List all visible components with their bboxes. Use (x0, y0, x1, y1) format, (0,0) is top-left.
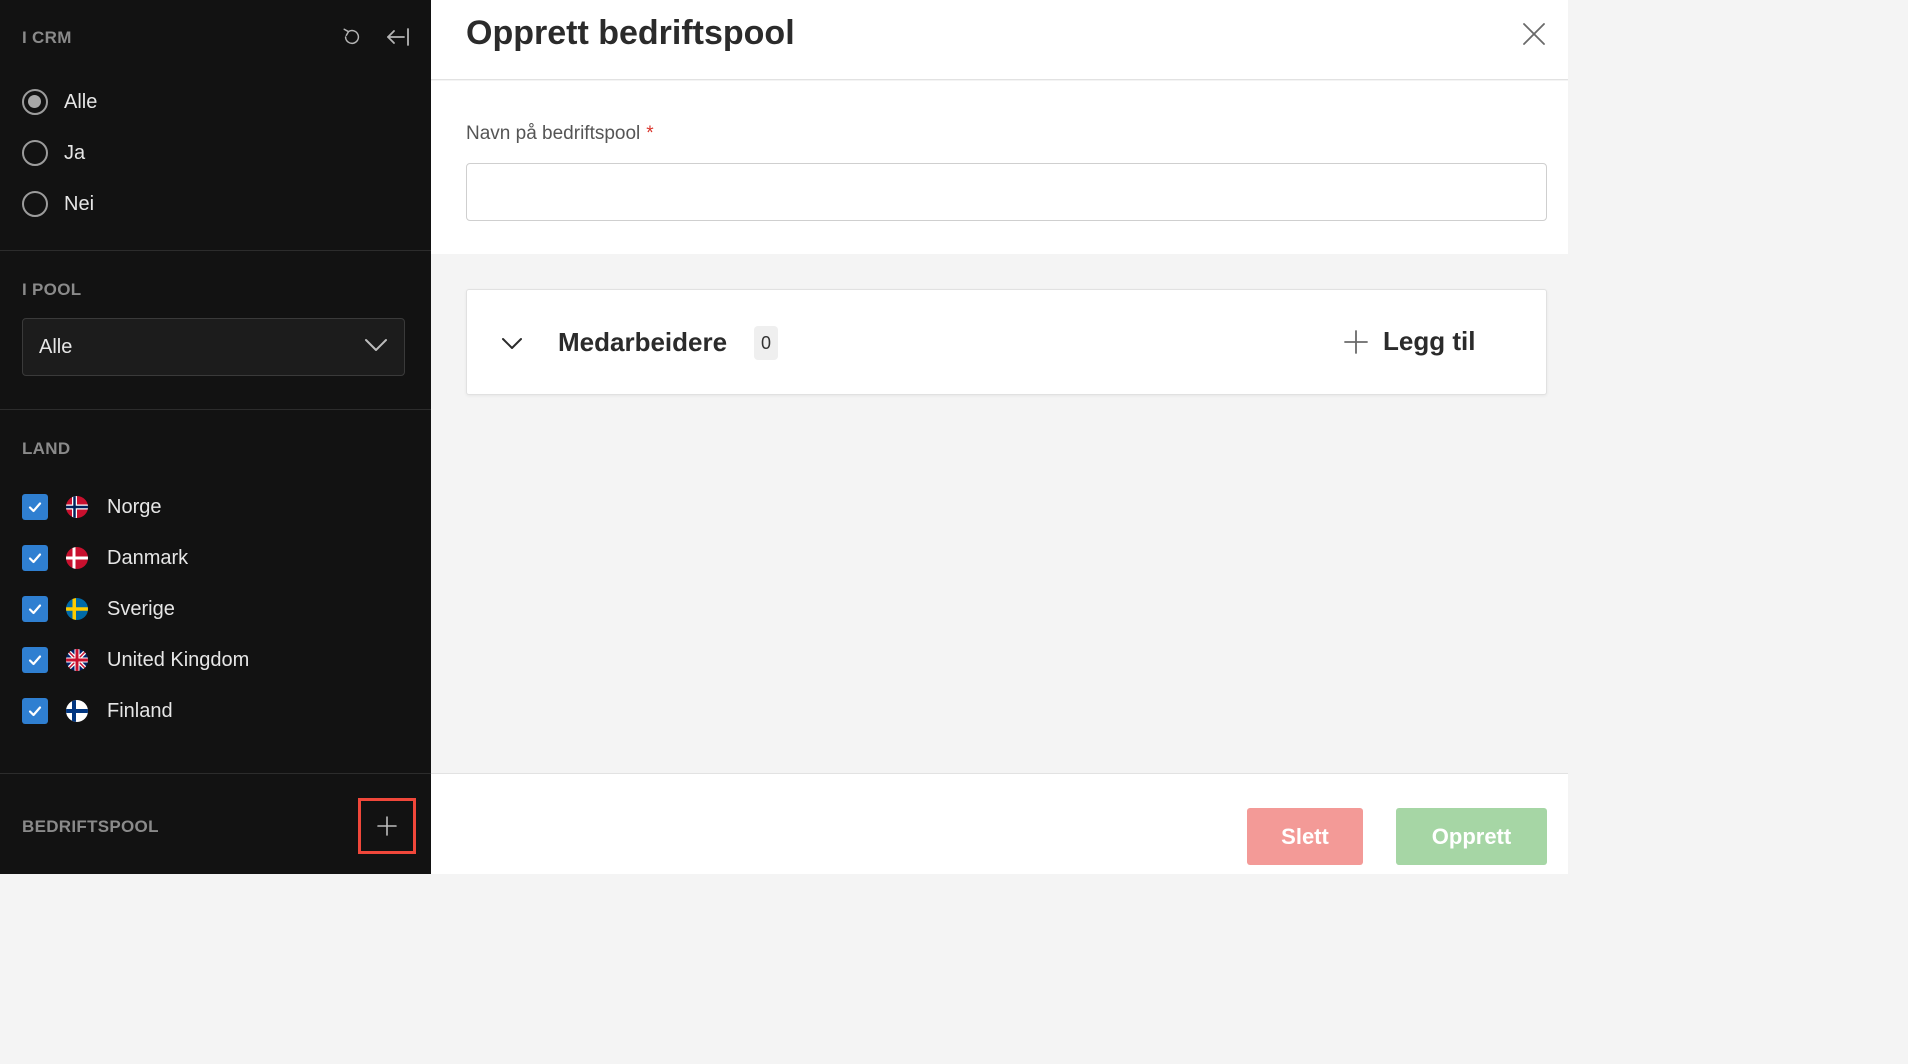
add-employee-label: Legg til (1383, 326, 1476, 356)
close-icon[interactable] (1520, 20, 1548, 48)
radio-label: Ja (64, 141, 86, 164)
checkbox-checked[interactable] (22, 698, 48, 724)
country-label: Danmark (107, 546, 189, 569)
crm-heading: I CRM (22, 28, 72, 47)
norway-flag-icon (66, 496, 88, 518)
plus-icon (1344, 329, 1368, 354)
country-item-danmark[interactable]: Danmark (22, 545, 188, 571)
employees-count-badge: 0 (754, 326, 778, 360)
filter-sidebar: I CRM Alle Ja Nei I POOL Alle LAND Norge… (0, 0, 431, 874)
reset-icon[interactable] (339, 24, 365, 50)
plus-icon (377, 816, 397, 836)
add-employee-button[interactable]: Legg til (1343, 326, 1475, 357)
dialog-footer: Slett Opprett (431, 773, 1568, 874)
employees-title: Medarbeidere (558, 327, 728, 357)
radio-selected[interactable] (22, 89, 48, 115)
create-button[interactable]: Opprett (1396, 808, 1547, 865)
check-icon (28, 655, 42, 666)
pool-heading: I POOL (22, 280, 82, 299)
check-icon (28, 604, 42, 615)
check-icon (28, 502, 42, 513)
checkbox-checked[interactable] (22, 596, 48, 622)
pool-select[interactable]: Alle (22, 318, 405, 376)
radio-label: Alle (64, 90, 98, 113)
check-icon (28, 553, 42, 564)
radio-label: Nei (64, 192, 95, 215)
country-label: Norge (107, 495, 162, 518)
chevron-down-icon[interactable] (499, 330, 525, 356)
name-field-label: Navn på bedriftspool * (466, 123, 654, 145)
country-item-finland[interactable]: Finland (22, 698, 173, 724)
uk-flag-icon (66, 649, 88, 671)
company-pool-name-input[interactable] (466, 163, 1547, 221)
country-label: United Kingdom (107, 648, 250, 671)
collapse-sidebar-icon[interactable] (385, 24, 411, 50)
crm-option-nei[interactable]: Nei (22, 191, 94, 217)
country-item-sverige[interactable]: Sverige (22, 596, 175, 622)
delete-button[interactable]: Slett (1247, 808, 1363, 865)
checkbox-checked[interactable] (22, 545, 48, 571)
dialog-title: Opprett bedriftspool (466, 14, 795, 52)
radio[interactable] (22, 140, 48, 166)
sweden-flag-icon (66, 598, 88, 620)
employees-section: Medarbeidere 0 Legg til (466, 289, 1547, 395)
crm-option-alle[interactable]: Alle (22, 89, 97, 115)
name-field-label-text: Navn på bedriftspool (466, 123, 641, 144)
checkbox-checked[interactable] (22, 647, 48, 673)
name-form: Navn på bedriftspool * (431, 81, 1568, 254)
country-label: Finland (107, 699, 173, 722)
country-item-norge[interactable]: Norge (22, 494, 161, 520)
create-company-pool-dialog: Opprett bedriftspool Navn på bedriftspoo… (431, 0, 1568, 874)
crm-filter-section: I CRM Alle Ja Nei (0, 0, 431, 251)
radio[interactable] (22, 191, 48, 217)
bedriftspool-heading: BEDRIFTSPOOL (22, 817, 159, 836)
chevron-down-icon (364, 338, 388, 357)
add-company-pool-button[interactable] (358, 798, 416, 854)
country-item-united-kingdom[interactable]: United Kingdom (22, 647, 249, 673)
denmark-flag-icon (66, 547, 88, 569)
checkbox-checked[interactable] (22, 494, 48, 520)
required-marker: * (646, 123, 654, 144)
crm-option-ja[interactable]: Ja (22, 140, 85, 166)
check-icon (28, 706, 42, 717)
dialog-header: Opprett bedriftspool (431, 0, 1568, 80)
land-heading: LAND (22, 439, 71, 458)
pool-select-value: Alle (39, 335, 73, 358)
finland-flag-icon (66, 700, 88, 722)
country-filter-section: LAND Norge Danmark Sverige United Kingdo… (0, 410, 431, 774)
country-label: Sverige (107, 597, 175, 620)
